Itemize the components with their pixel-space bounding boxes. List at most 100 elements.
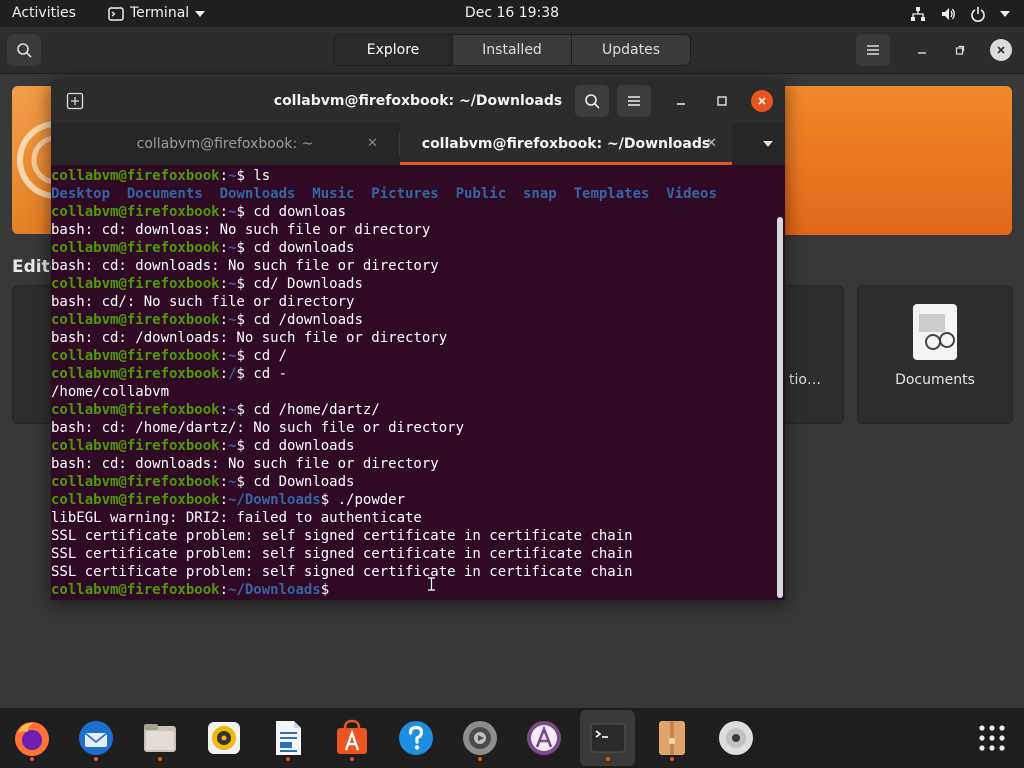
rhythmbox-icon bbox=[208, 722, 240, 754]
dock-show-apps[interactable] bbox=[968, 714, 1016, 762]
running-indicator bbox=[94, 757, 98, 761]
dock-writer[interactable] bbox=[264, 714, 312, 762]
terminal-line: bash: cd: downloads: No such file or dir… bbox=[51, 456, 439, 472]
app-menu-label: Terminal bbox=[130, 5, 190, 21]
terminal-line: collabvm@firefoxbook:~$ ls bbox=[51, 168, 271, 184]
close-icon bbox=[997, 46, 1005, 54]
app-card[interactable]: tio… bbox=[780, 285, 844, 424]
terminal-window[interactable]: collabvm@firefoxbook: ~/Downloads collab… bbox=[51, 79, 785, 600]
documents-icon bbox=[913, 304, 957, 360]
terminal-minimize-button[interactable] bbox=[671, 91, 691, 111]
running-indicator bbox=[670, 757, 674, 761]
volume-icon bbox=[942, 7, 955, 20]
terminal-line: Desktop Documents Downloads Music Pictur… bbox=[51, 186, 717, 202]
running-indicator bbox=[478, 757, 482, 761]
dock-files[interactable] bbox=[136, 714, 184, 762]
help-icon bbox=[399, 721, 433, 755]
thunderbird-icon bbox=[79, 721, 113, 755]
archive-icon bbox=[659, 721, 685, 755]
tab-label: collabvm@firefoxbook: ~/Downloads bbox=[421, 136, 711, 152]
software-maximize-button[interactable] bbox=[950, 40, 970, 60]
terminal-tabbar: collabvm@firefoxbook: ~ ✕ collabvm@firef… bbox=[51, 123, 785, 165]
chevron-down-icon bbox=[763, 141, 773, 147]
tab-explore[interactable]: Explore bbox=[334, 35, 453, 65]
close-icon bbox=[758, 97, 766, 105]
terminal-output[interactable]: collabvm@firefoxbook:~$ ls Desktop Docum… bbox=[51, 167, 777, 600]
running-indicator bbox=[606, 757, 610, 761]
software-minimize-button[interactable] bbox=[912, 40, 932, 60]
terminal-line: /home/collabvm bbox=[51, 384, 170, 400]
software-header: Explore Installed Updates bbox=[0, 27, 1024, 74]
terminal-maximize-button[interactable] bbox=[712, 91, 732, 111]
terminal-line: collabvm@firefoxbook:~$ cd/ Downloads bbox=[51, 276, 363, 292]
dock-settings[interactable] bbox=[456, 714, 504, 762]
terminal-tab-home[interactable]: collabvm@firefoxbook: ~ ✕ bbox=[51, 123, 399, 165]
documents-app-card[interactable]: Documents bbox=[857, 285, 1013, 424]
dock bbox=[0, 708, 1024, 768]
hamburger-icon bbox=[628, 96, 640, 106]
terminal-line: bash: cd: /downloads: No such file or di… bbox=[51, 330, 448, 346]
documents-label: Documents bbox=[895, 372, 975, 388]
terminal-close-button[interactable] bbox=[751, 90, 773, 112]
top-bar: Activities Terminal Dec 16 19:38 bbox=[0, 0, 1024, 27]
dock-app[interactable] bbox=[520, 714, 568, 762]
tab-close-icon[interactable]: ✕ bbox=[367, 123, 378, 165]
terminal-line: bash: cd: downloads: No such file or dir… bbox=[51, 258, 439, 274]
app-card[interactable] bbox=[12, 285, 54, 424]
dock-firefox[interactable] bbox=[8, 714, 56, 762]
files-icon bbox=[144, 724, 176, 752]
app-card-label: tio… bbox=[789, 372, 821, 388]
featured-banner-right[interactable] bbox=[780, 86, 1012, 235]
terminal-prompt-line[interactable]: collabvm@firefoxbook:~/Downloads$ bbox=[51, 581, 777, 599]
app-menu[interactable]: Terminal bbox=[108, 0, 206, 27]
dock-terminal[interactable] bbox=[584, 714, 632, 762]
terminal-title: collabvm@firefoxbook: ~/Downloads bbox=[273, 93, 563, 109]
terminal-line: collabvm@firefoxbook:~$ cd / bbox=[51, 348, 288, 364]
activities-button[interactable]: Activities bbox=[12, 0, 76, 27]
terminal-line: SSL certificate problem: self signed cer… bbox=[51, 546, 633, 562]
firefox-icon bbox=[15, 722, 49, 756]
minimize-icon bbox=[677, 103, 685, 105]
system-tray[interactable] bbox=[910, 0, 1010, 27]
software-tabs: Explore Installed Updates bbox=[333, 34, 691, 66]
tab-updates[interactable]: Updates bbox=[572, 35, 690, 65]
tab-installed[interactable]: Installed bbox=[453, 35, 572, 65]
terminal-menu-button[interactable] bbox=[617, 85, 651, 117]
terminal-small-icon bbox=[108, 6, 124, 21]
dock-disc[interactable] bbox=[712, 714, 760, 762]
software-menu-button[interactable] bbox=[856, 34, 890, 66]
dock-software[interactable] bbox=[328, 714, 376, 762]
clock[interactable]: Dec 16 19:38 bbox=[465, 5, 559, 21]
disc-icon bbox=[719, 721, 753, 755]
app-grid-icon bbox=[979, 725, 1005, 751]
terminal-headerbar[interactable]: collabvm@firefoxbook: ~/Downloads bbox=[51, 79, 785, 123]
terminal-line: bash: cd: downloas: No such file or dire… bbox=[51, 222, 431, 238]
hamburger-icon bbox=[867, 45, 879, 55]
terminal-scrollbar[interactable] bbox=[777, 217, 783, 598]
running-indicator bbox=[30, 757, 34, 761]
chevron-down-icon bbox=[195, 10, 206, 17]
software-icon bbox=[337, 719, 367, 754]
dock-archive[interactable] bbox=[648, 714, 696, 762]
dock-help[interactable] bbox=[392, 714, 440, 762]
tab-list-button[interactable] bbox=[753, 123, 783, 165]
terminal-line: SSL certificate problem: self signed cer… bbox=[51, 528, 633, 544]
dock-thunderbird[interactable] bbox=[72, 714, 120, 762]
tab-close-icon[interactable]: ✕ bbox=[706, 123, 717, 165]
software-search-button[interactable] bbox=[7, 34, 41, 66]
terminal-tab-downloads[interactable]: collabvm@firefoxbook: ~/Downloads ✕ bbox=[400, 123, 732, 165]
dock-rhythmbox[interactable] bbox=[200, 714, 248, 762]
featured-banner-left[interactable] bbox=[12, 86, 56, 234]
app-icon bbox=[527, 721, 561, 755]
editors-choice-heading: Edito bbox=[12, 257, 52, 277]
terminal-line: collabvm@firefoxbook:/$ cd - bbox=[51, 366, 288, 382]
banner-art bbox=[17, 121, 56, 199]
software-close-button[interactable] bbox=[990, 39, 1012, 61]
terminal-search-button[interactable] bbox=[575, 85, 609, 117]
power-icon bbox=[971, 6, 985, 22]
new-tab-button[interactable] bbox=[61, 87, 89, 115]
terminal-line: libEGL warning: DRI2: failed to authenti… bbox=[51, 510, 422, 526]
terminal-line: collabvm@firefoxbook:~$ cd downloads bbox=[51, 240, 355, 256]
terminal-line: collabvm@firefoxbook:~$ cd Downloads bbox=[51, 474, 355, 490]
network-icon bbox=[911, 6, 925, 21]
